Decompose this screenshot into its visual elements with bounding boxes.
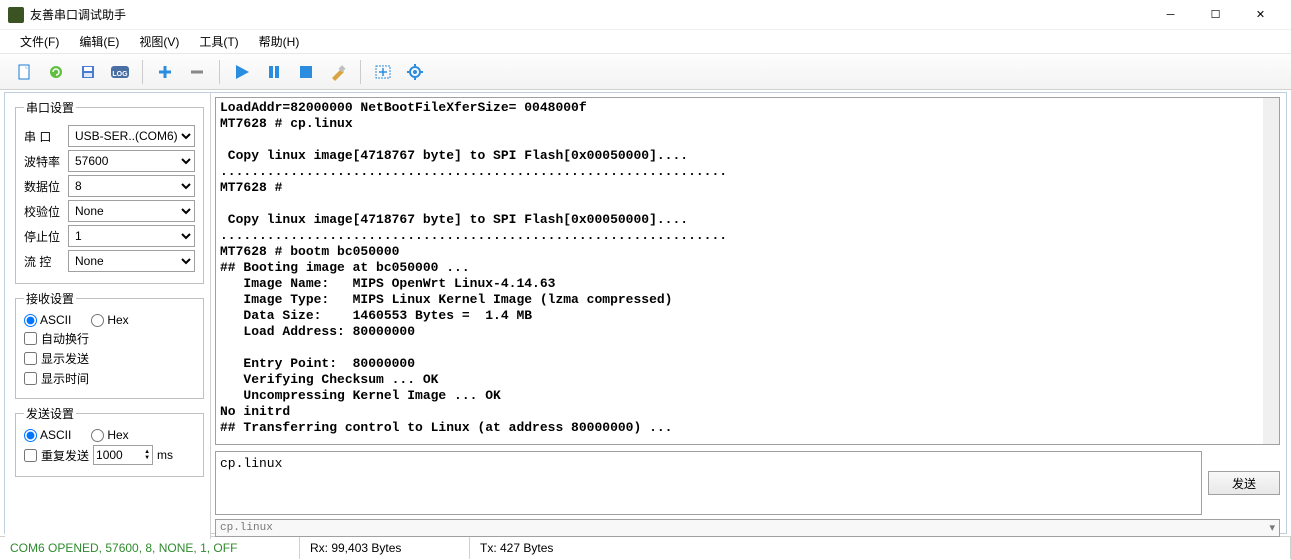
repeat-send-label: 重复发送 — [41, 447, 89, 464]
app-icon — [8, 7, 24, 23]
send-settings-group: 发送设置 ASCII Hex 重复发送 1000▲▼ ms — [15, 405, 204, 477]
status-tx: Tx: 427 Bytes — [470, 537, 1291, 559]
close-button[interactable]: ✕ — [1238, 1, 1283, 29]
status-connection: COM6 OPENED, 57600, 8, NONE, 1, OFF — [0, 537, 300, 559]
save-button[interactable] — [74, 58, 102, 86]
svg-text:LOG: LOG — [112, 71, 128, 78]
stop-button[interactable] — [292, 58, 320, 86]
baud-select[interactable]: 57600 — [68, 150, 195, 172]
add-button[interactable] — [151, 58, 179, 86]
pause-button[interactable] — [260, 58, 288, 86]
minimize-button[interactable]: ─ — [1148, 1, 1193, 29]
log-button[interactable]: LOG — [106, 58, 134, 86]
terminal-text: LoadAddr=82000000 NetBootFileXferSize= 0… — [220, 100, 1275, 436]
chevron-down-icon: ▾ — [1269, 521, 1275, 535]
send-input-row: 发送 — [215, 451, 1280, 515]
send-settings-legend: 发送设置 — [24, 405, 76, 422]
port-label: 串 口 — [24, 128, 64, 145]
send-input[interactable] — [215, 451, 1202, 515]
menu-view[interactable]: 视图(V) — [129, 30, 189, 53]
stopbits-label: 停止位 — [24, 228, 64, 245]
databits-select[interactable]: 8 — [68, 175, 195, 197]
repeat-send-checkbox[interactable] — [24, 449, 37, 462]
clear-button[interactable] — [324, 58, 352, 86]
interval-spinner[interactable]: 1000▲▼ — [93, 445, 153, 465]
stopbits-select[interactable]: 1 — [68, 225, 195, 247]
window-button[interactable] — [369, 58, 397, 86]
sidebar: 串口设置 串 口USB-SER..(COM6) 波特率57600 数据位8 校验… — [5, 93, 211, 539]
scrollbar[interactable] — [1263, 98, 1279, 444]
refresh-button[interactable] — [42, 58, 70, 86]
terminal-output[interactable]: LoadAddr=82000000 NetBootFileXferSize= 0… — [215, 97, 1280, 445]
toolbar-separator — [219, 60, 220, 84]
parity-select[interactable]: None — [68, 200, 195, 222]
menu-tools[interactable]: 工具(T) — [189, 30, 248, 53]
remove-button[interactable] — [183, 58, 211, 86]
menu-edit[interactable]: 编辑(E) — [69, 30, 129, 53]
titlebar: 友善串口调试助手 ─ ☐ ✕ — [0, 0, 1291, 30]
rx-ascii-radio[interactable]: ASCII — [24, 313, 71, 327]
toolbar: LOG — [0, 54, 1291, 90]
status-rx: Rx: 99,403 Bytes — [300, 537, 470, 559]
repeat-send-row: 重复发送 1000▲▼ ms — [24, 445, 195, 465]
new-button[interactable] — [10, 58, 38, 86]
flow-select[interactable]: None — [68, 250, 195, 272]
maximize-button[interactable]: ☐ — [1193, 1, 1238, 29]
menubar: 文件(F) 编辑(E) 视图(V) 工具(T) 帮助(H) — [0, 30, 1291, 54]
auto-wrap-checkbox[interactable]: 自动换行 — [24, 330, 195, 347]
toolbar-separator — [360, 60, 361, 84]
baud-label: 波特率 — [24, 153, 64, 170]
tx-hex-radio[interactable]: Hex — [91, 428, 128, 442]
port-select[interactable]: USB-SER..(COM6) — [68, 125, 195, 147]
start-button[interactable] — [228, 58, 256, 86]
statusbar: COM6 OPENED, 57600, 8, NONE, 1, OFF Rx: … — [0, 536, 1291, 559]
toolbar-separator — [142, 60, 143, 84]
serial-settings-legend: 串口设置 — [24, 99, 76, 116]
databits-label: 数据位 — [24, 178, 64, 195]
history-dropdown[interactable]: cp.linux▾ — [215, 519, 1280, 537]
receive-settings-group: 接收设置 ASCII Hex 自动换行 显示发送 显示时间 — [15, 290, 204, 399]
window-controls: ─ ☐ ✕ — [1148, 1, 1283, 29]
window-title: 友善串口调试助手 — [30, 6, 1148, 23]
content-area: LoadAddr=82000000 NetBootFileXferSize= 0… — [211, 93, 1286, 539]
parity-label: 校验位 — [24, 203, 64, 220]
rx-hex-radio[interactable]: Hex — [91, 313, 128, 327]
settings-button[interactable] — [401, 58, 429, 86]
receive-settings-legend: 接收设置 — [24, 290, 76, 307]
main-area: 串口设置 串 口USB-SER..(COM6) 波特率57600 数据位8 校验… — [5, 93, 1286, 539]
menu-help[interactable]: 帮助(H) — [249, 30, 310, 53]
menu-file[interactable]: 文件(F) — [10, 30, 69, 53]
send-button[interactable]: 发送 — [1208, 471, 1280, 495]
show-time-checkbox[interactable]: 显示时间 — [24, 370, 195, 387]
show-send-checkbox[interactable]: 显示发送 — [24, 350, 195, 367]
tx-ascii-radio[interactable]: ASCII — [24, 428, 71, 442]
flow-label: 流 控 — [24, 253, 64, 270]
serial-settings-group: 串口设置 串 口USB-SER..(COM6) 波特率57600 数据位8 校验… — [15, 99, 204, 284]
interval-unit: ms — [157, 448, 173, 462]
